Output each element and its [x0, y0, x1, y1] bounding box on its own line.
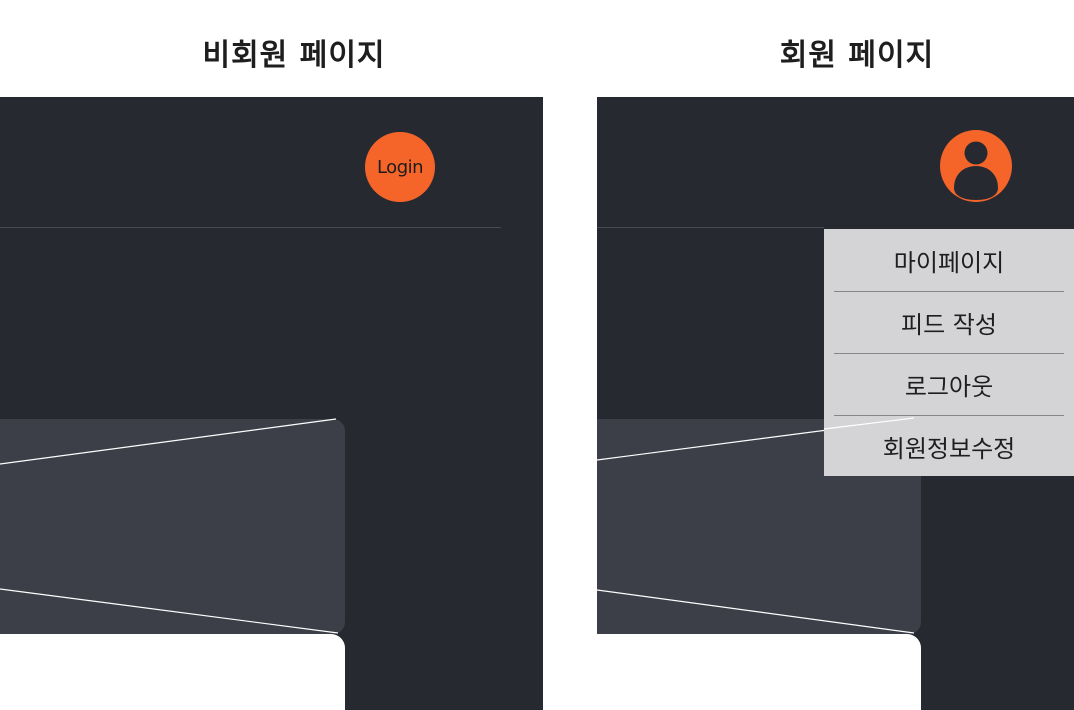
header-divider [0, 227, 501, 228]
guest-page-title: 비회원 페이지 [202, 38, 386, 73]
user-dropdown-menu: 마이페이지 피드 작성 로그아웃 회원정보수정 [824, 229, 1074, 476]
header-divider [597, 227, 824, 228]
login-button[interactable]: Login [365, 132, 435, 202]
content-card [0, 419, 345, 634]
member-page-title: 회원 페이지 [779, 38, 935, 73]
guest-page-panel: Login [0, 97, 543, 710]
profile-avatar-button[interactable] [940, 130, 1012, 202]
user-avatar-icon [940, 130, 1012, 202]
white-card [0, 634, 345, 710]
member-page-panel: 마이페이지 피드 작성 로그아웃 회원정보수정 [597, 97, 1074, 710]
white-card [597, 634, 921, 710]
connector-line-overlay [824, 417, 915, 430]
